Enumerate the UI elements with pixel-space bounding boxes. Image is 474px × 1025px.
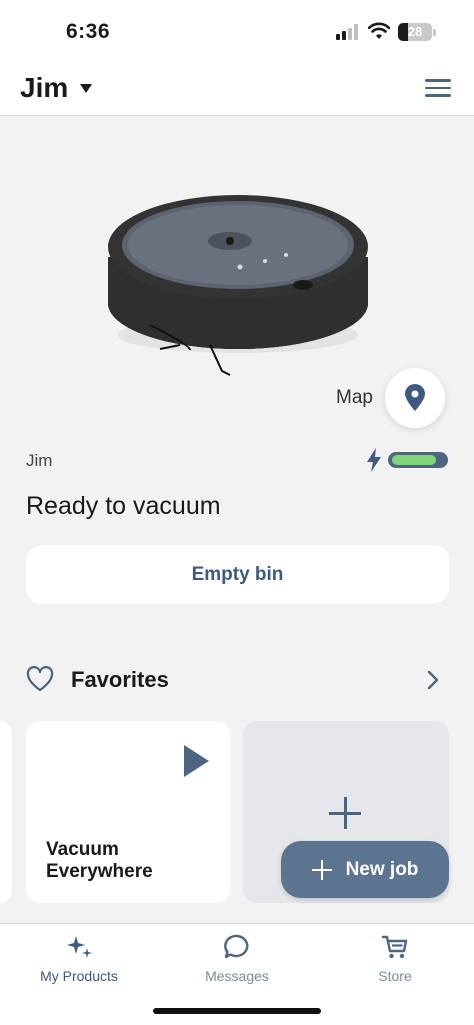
battery-icon: 28	[398, 23, 432, 41]
plus-icon-small	[311, 859, 332, 880]
new-job-label: New job	[345, 858, 419, 880]
tab-label-store: Store	[378, 968, 412, 984]
robot-selector[interactable]: Jim	[20, 72, 93, 104]
robot-vacuum-image	[108, 195, 368, 376]
tab-label-my-products: My Products	[40, 968, 118, 984]
wifi-icon	[368, 22, 390, 39]
map-pin-icon	[404, 384, 425, 411]
empty-bin-button[interactable]: Empty bin	[26, 545, 449, 604]
empty-bin-label: Empty bin	[191, 563, 284, 585]
app-header: Jim	[0, 62, 474, 116]
map-pin-button[interactable]	[384, 368, 445, 428]
map-button[interactable]: Map	[336, 368, 445, 428]
battery-percent: 28	[407, 24, 423, 39]
robot-status: Ready to vacuum	[26, 492, 221, 520]
favorites-header[interactable]: Favorites	[26, 664, 446, 696]
map-label: Map	[336, 387, 373, 408]
status-time: 6:36	[66, 20, 111, 43]
robot-battery-bar	[388, 452, 448, 468]
cart-icon	[381, 935, 408, 959]
favorite-job-label: Vacuum Everywhere	[46, 839, 153, 882]
new-job-button[interactable]: New job	[281, 841, 449, 898]
charging-bolt-icon	[367, 448, 381, 472]
status-bar: 6:36 28	[0, 0, 474, 62]
heart-icon	[26, 666, 54, 692]
favorites-title: Favorites	[71, 667, 169, 692]
tab-my-products[interactable]: My Products	[0, 932, 158, 992]
chevron-right-icon[interactable]	[426, 670, 440, 690]
robot-battery-fill	[392, 455, 436, 465]
play-icon[interactable]	[184, 745, 209, 777]
tab-store[interactable]: Store	[316, 932, 474, 992]
home-indicator	[153, 1008, 321, 1014]
chat-bubble-icon	[224, 934, 249, 959]
robot-battery-indicator	[366, 448, 450, 472]
plus-icon	[329, 797, 361, 829]
previous-favorite-card[interactable]	[0, 721, 12, 903]
favorite-job-card[interactable]: Vacuum Everywhere	[26, 721, 231, 903]
hamburger-menu-icon[interactable]	[425, 79, 451, 97]
caret-down-icon	[80, 83, 93, 93]
robot-name-label: Jim	[26, 451, 53, 470]
cellular-signal-icon	[336, 24, 362, 40]
tab-label-messages: Messages	[205, 968, 269, 984]
robot-name-title: Jim	[20, 72, 69, 103]
battery-cap	[433, 29, 436, 36]
sparkle-icon	[67, 936, 92, 958]
tab-messages[interactable]: Messages	[158, 932, 316, 992]
